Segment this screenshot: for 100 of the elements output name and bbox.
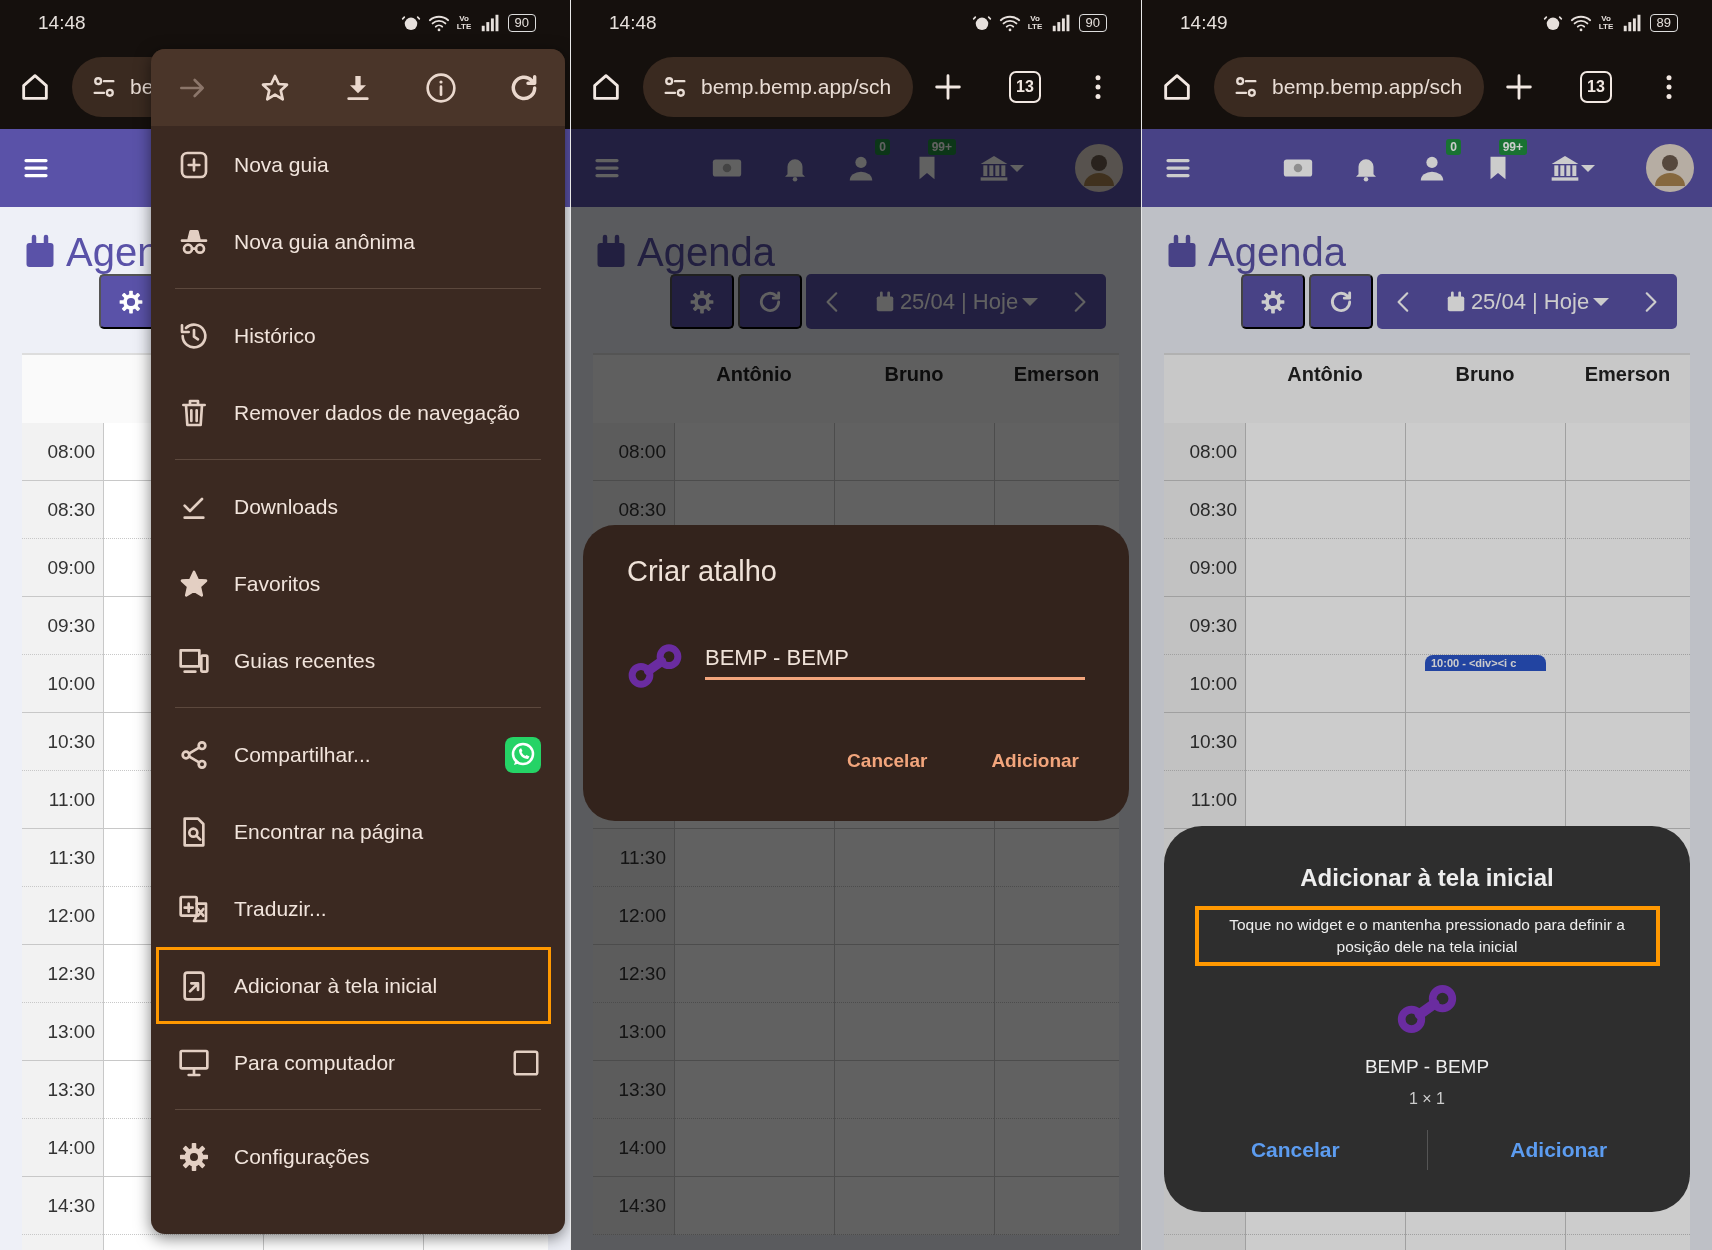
refresh-button[interactable] (1309, 274, 1373, 329)
grid-cell[interactable] (1565, 539, 1690, 597)
widget-size: 1 × 1 (1409, 1090, 1445, 1108)
whatsapp-icon[interactable] (505, 736, 541, 773)
page-title: Agenda (637, 229, 775, 275)
column-header: Antônio (716, 363, 792, 385)
event-chip[interactable]: 10:00 - <div><i c (1425, 655, 1546, 671)
time-cell: 08:00 (1164, 423, 1245, 481)
grid-cell[interactable] (1565, 597, 1690, 655)
time-cell: 12:00 (22, 887, 103, 945)
grid-cell[interactable] (1565, 655, 1690, 713)
time-cell: 09:00 (22, 539, 103, 597)
grid-cell[interactable] (1245, 713, 1405, 771)
time-cell: 10:00 (22, 655, 103, 713)
page-title: Agenda (1208, 229, 1346, 275)
avatar[interactable] (1075, 144, 1123, 192)
menu-item[interactable]: Remover dados de navegação (151, 374, 565, 451)
app-name: BEMP - BEMP (1364, 1056, 1490, 1078)
menu-item[interactable]: Histórico (151, 297, 565, 374)
grid-cell[interactable] (1405, 771, 1565, 829)
grid-cell[interactable] (1405, 423, 1565, 481)
network-label: Vo LTE (1598, 14, 1614, 31)
caret-icon (1581, 164, 1595, 172)
grid-cell[interactable] (1245, 655, 1405, 713)
time-cell: 10:30 (1164, 713, 1245, 771)
date-dropdown[interactable]: 25/04 | Hoje (1444, 288, 1610, 315)
time-cell: 12:30 (22, 945, 103, 1003)
share-icon (178, 738, 210, 771)
settings-icon (118, 288, 144, 315)
settings-button[interactable] (1241, 274, 1305, 329)
caret-icon (1010, 164, 1024, 172)
settings-icon (1260, 288, 1286, 315)
battery-level: 90 (1078, 13, 1107, 32)
grid-cell[interactable] (1245, 597, 1405, 655)
dialog-title: Criar atalho (627, 555, 778, 588)
network-label: Vo LTE (456, 14, 472, 31)
menu-item[interactable]: Compartilhar... (151, 716, 565, 793)
column-header: Emerson (1013, 363, 1100, 385)
caret-icon (1593, 297, 1610, 306)
time-cell: 09:30 (22, 597, 103, 655)
menu-item[interactable]: Favoritos (151, 545, 565, 622)
grid-cell[interactable] (1245, 771, 1405, 829)
status-time: 14:49 (1180, 11, 1228, 34)
menu-item[interactable]: Adicionar à tela inicial (156, 947, 551, 1024)
dialog-button[interactable]: Adicionar (1510, 1138, 1608, 1162)
column-header: Bruno (884, 363, 944, 385)
menu-item[interactable]: Traduzir... (151, 870, 565, 947)
menu-item[interactable]: Nova guia anônima (151, 203, 565, 280)
tab-count[interactable]: 13 (1009, 71, 1041, 103)
caret-icon (1022, 297, 1039, 306)
time-cell: 09:30 (1164, 597, 1245, 655)
time-cell: 14:00 (22, 1119, 103, 1177)
column-header: Bruno (1455, 363, 1515, 385)
address-bar[interactable]: bemp.bemp.app/sch (643, 57, 913, 117)
refresh-icon (757, 288, 783, 315)
dialog-button[interactable]: Cancelar (847, 750, 928, 772)
grid-cell[interactable] (1565, 481, 1690, 539)
input-field[interactable]: BEMP - BEMP (705, 640, 1085, 680)
count-badge: 0 (875, 139, 890, 155)
grid-cell[interactable] (1565, 771, 1690, 829)
info-icon[interactable] (424, 71, 457, 104)
grid-cell[interactable] (1405, 713, 1565, 771)
battery-level: 90 (507, 13, 536, 32)
menu-item[interactable]: Downloads (151, 468, 565, 545)
grid-cell[interactable] (1565, 713, 1690, 771)
count-badge: 0 (1446, 139, 1461, 155)
grid-cell[interactable] (1405, 597, 1565, 655)
time-cell: 13:00 (22, 1003, 103, 1061)
settings-icon (178, 1140, 210, 1173)
dialog-title: Adicionar à tela inicial (1300, 864, 1554, 892)
grid-cell[interactable]: 10:00 - <div><i c (1405, 655, 1565, 713)
grid-cell[interactable] (1405, 481, 1565, 539)
menu-item[interactable]: Para computador (151, 1024, 565, 1101)
grid-cell[interactable] (1245, 539, 1405, 597)
menu-item[interactable]: Encontrar na página (151, 793, 565, 870)
menu-item[interactable]: Configurações (151, 1118, 565, 1195)
network-label: Vo LTE (1027, 14, 1043, 31)
column-header: Antônio (1287, 363, 1363, 385)
time-cell: 11:00 (22, 771, 103, 829)
time-cell: 10:00 (1164, 655, 1245, 713)
grid-cell[interactable] (1245, 423, 1405, 481)
menu-item[interactable]: Guias recentes (151, 622, 565, 699)
avatar[interactable] (1646, 144, 1694, 192)
count-badge: 99+ (1498, 139, 1527, 155)
tab-count[interactable]: 13 (1580, 71, 1612, 103)
grid-cell[interactable] (1245, 481, 1405, 539)
time-cell: 08:30 (22, 481, 103, 539)
grid-cell[interactable] (1405, 539, 1565, 597)
status-time: 14:48 (609, 11, 657, 34)
dialog-description: Toque no widget e o mantenha pressionado para definir a posição dele na tela inicial (1194, 906, 1660, 966)
battery-level: 89 (1649, 13, 1678, 32)
dialog-button[interactable]: Adicionar (991, 750, 1079, 772)
time-cell: 11:00 (1164, 771, 1245, 829)
status-time: 14:48 (38, 11, 86, 34)
dialog-button[interactable]: Cancelar (1250, 1138, 1340, 1162)
address-bar[interactable]: bemp.bemp.app/sch (1214, 57, 1484, 117)
time-cell: 11:30 (22, 829, 103, 887)
menu-item[interactable]: Nova guia (151, 126, 565, 203)
grid-cell[interactable] (1565, 423, 1690, 481)
time-cell: 08:30 (1164, 481, 1245, 539)
